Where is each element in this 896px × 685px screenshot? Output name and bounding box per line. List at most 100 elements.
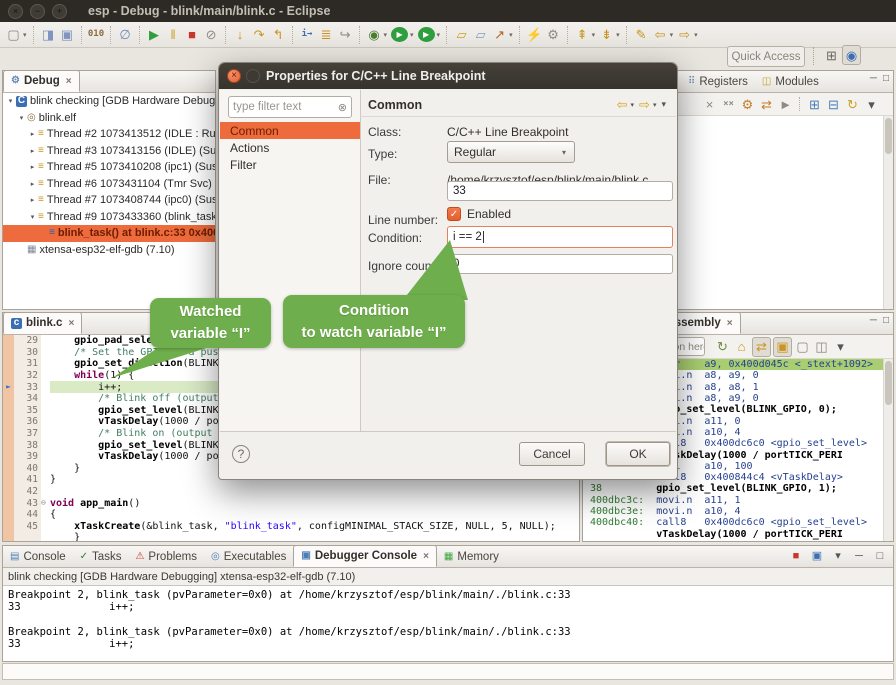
tree-expander-icon[interactable]: ▾ xyxy=(28,213,37,221)
tab-tasks[interactable]: ✓Tasks xyxy=(73,547,129,567)
back-arrow-icon[interactable]: ⇦ xyxy=(617,98,628,111)
tree-item[interactable]: ▸≡Thread #7 1073408744 (ipc0) (Susp xyxy=(3,192,215,209)
enabled-checkbox[interactable]: ✓ xyxy=(447,207,461,221)
step-return-icon[interactable]: ↰ xyxy=(270,26,287,44)
terminate-console-icon[interactable]: ■ xyxy=(789,549,803,564)
back-dropdown-icon[interactable]: ▾ xyxy=(670,31,674,39)
chevron-down-icon[interactable]: ▾ xyxy=(631,101,635,109)
use-step-filters-icon[interactable]: ↪ xyxy=(337,26,354,44)
new-view-icon[interactable]: ▢ xyxy=(794,338,811,356)
select-pointer-icon[interactable]: ► xyxy=(777,95,794,113)
dialog-nav-filter[interactable]: Filter xyxy=(220,156,360,173)
track-expression-icon[interactable]: ▣ xyxy=(773,337,792,357)
save-icon[interactable]: ◨ xyxy=(40,26,57,44)
console-output[interactable]: Breakpoint 2, blink_task (pvParameter=0x… xyxy=(3,585,893,661)
refresh-view-icon[interactable]: ↻ xyxy=(844,95,861,113)
minimize-icon[interactable]: ─ xyxy=(870,316,877,326)
close-tab-icon[interactable]: × xyxy=(727,318,733,329)
open-element-icon[interactable]: ▱ xyxy=(453,26,470,44)
run-dropdown-icon[interactable]: ▾ xyxy=(410,31,414,39)
tree-item[interactable]: ≡blink_task() at blink.c:33 0x400db xyxy=(3,225,215,242)
tree-item[interactable]: ▾≡Thread #9 1073433360 (blink_task xyxy=(3,209,215,226)
scrollbar-thumb[interactable] xyxy=(885,118,892,154)
pin-disassembly-icon[interactable]: ◫ xyxy=(813,338,830,356)
dialog-close-button[interactable]: × xyxy=(227,69,241,83)
quick-access-button[interactable]: Quick Access xyxy=(727,46,805,67)
previous-annotation-dropdown-icon[interactable]: ▾ xyxy=(592,31,596,39)
line-number-input[interactable]: 33 xyxy=(447,181,673,201)
external-tools-icon[interactable]: ▶ xyxy=(418,27,435,42)
minimize-icon[interactable]: ─ xyxy=(870,74,877,84)
run-icon[interactable]: ▶ xyxy=(391,27,408,42)
profile-icon[interactable]: ⚙ xyxy=(545,26,562,44)
tree-item[interactable]: ▸≡Thread #5 1073410208 (ipc1) (Susp xyxy=(3,159,215,176)
back-icon[interactable]: ⇦ xyxy=(652,26,669,44)
step-over-icon[interactable]: ↷ xyxy=(251,26,268,44)
terminate-icon[interactable]: ■ xyxy=(184,26,201,44)
view-menu-icon[interactable]: ▾ xyxy=(863,95,880,113)
chevron-down-icon[interactable]: ▾ xyxy=(653,101,657,109)
window-maximize-button[interactable]: + xyxy=(52,4,67,19)
tab-blink-c[interactable]: c blink.c × xyxy=(3,312,82,334)
previous-annotation-icon[interactable]: ⇞ xyxy=(574,26,591,44)
suspend-icon[interactable]: ‖ xyxy=(165,26,182,44)
dialog-nav-common[interactable]: Common xyxy=(220,122,360,139)
close-tab-icon[interactable]: × xyxy=(66,76,72,87)
tab-problems[interactable]: ⚠Problems xyxy=(128,547,204,567)
dialog-window-button[interactable] xyxy=(246,69,260,83)
dialog-nav-actions[interactable]: Actions xyxy=(220,139,360,156)
debug-icon[interactable]: ◉ xyxy=(366,26,383,44)
tab-debugger-console[interactable]: ▣Debugger Console× xyxy=(293,545,437,567)
filter-input[interactable]: type filter text ⊗ xyxy=(228,96,352,118)
close-tab-icon[interactable]: × xyxy=(423,551,429,562)
tree-expander-icon[interactable]: ▸ xyxy=(28,180,37,188)
maximize-icon[interactable]: □ xyxy=(883,74,889,84)
debug-dropdown-icon[interactable]: ▾ xyxy=(384,31,388,39)
help-button[interactable]: ? xyxy=(232,445,250,463)
window-close-button[interactable]: × xyxy=(8,4,23,19)
tree-item[interactable]: ▦xtensa-esp32-elf-gdb (7.10) xyxy=(3,242,215,259)
scrollbar-thumb[interactable] xyxy=(885,361,892,405)
home-pc-icon[interactable]: ⌂ xyxy=(733,338,750,356)
remove-register-group-icon[interactable]: × xyxy=(701,95,718,113)
disassembly-scrollbar[interactable] xyxy=(883,359,893,541)
skip-all-breakpoints-icon[interactable]: ∅ xyxy=(117,26,134,44)
external-tools-dropdown-icon[interactable]: ▾ xyxy=(437,31,441,39)
view-menu-icon[interactable]: ▾ xyxy=(832,338,849,356)
step-into-icon[interactable]: ↓ xyxy=(232,26,249,44)
debug-perspective-icon[interactable]: ◉ xyxy=(842,45,861,65)
ignore-count-input[interactable]: 0 xyxy=(447,254,673,274)
type-select[interactable]: Regular ▾ xyxy=(447,141,575,163)
tab-console[interactable]: ▤Console xyxy=(3,547,73,567)
pin-view-icon[interactable]: ⇄ xyxy=(758,95,775,113)
open-perspective-icon[interactable]: ⊞ xyxy=(823,46,840,64)
instruction-stepping-icon[interactable]: i→ xyxy=(299,26,316,44)
ok-button[interactable]: OK xyxy=(606,442,670,466)
tree-expander-icon[interactable]: ▸ xyxy=(28,130,37,138)
forward-dropdown-icon[interactable]: ▾ xyxy=(694,31,698,39)
tab-debug[interactable]: ⚙ Debug × xyxy=(3,70,80,92)
flash-download-dropdown-icon[interactable]: ▾ xyxy=(509,31,513,39)
register-group-icon[interactable]: ⚙ xyxy=(739,95,756,113)
new-wizard-icon[interactable]: ▢ xyxy=(5,26,22,44)
tree-item[interactable]: ▸≡Thread #3 1073413156 (IDLE) (Susp xyxy=(3,143,215,160)
tab-executables[interactable]: ◎Executables xyxy=(204,547,293,567)
close-tab-icon[interactable]: × xyxy=(68,318,74,329)
maximize-icon[interactable]: □ xyxy=(883,316,889,326)
next-annotation-icon[interactable]: ⇟ xyxy=(598,26,615,44)
minimize-panel-icon[interactable]: ─ xyxy=(852,549,866,564)
clear-filter-icon[interactable]: ⊗ xyxy=(338,101,347,114)
forward-arrow-icon[interactable]: ⇨ xyxy=(639,98,650,111)
lightning-icon[interactable]: ⚡ xyxy=(526,26,543,44)
tree-expander-icon[interactable]: ▸ xyxy=(28,163,37,171)
tree-item[interactable]: ▾◎blink.elf xyxy=(3,110,215,127)
tab-registers[interactable]: ⠿Registers xyxy=(681,72,755,92)
flash-download-icon[interactable]: ↗ xyxy=(491,26,508,44)
new-wizard-dropdown-icon[interactable]: ▾ xyxy=(23,31,27,39)
tree-expander-icon[interactable]: ▸ xyxy=(28,196,37,204)
display-selected-console-icon[interactable]: ▣ xyxy=(810,549,824,564)
remove-all-register-groups-icon[interactable]: ×× xyxy=(720,95,737,113)
tree-expander-icon[interactable]: ▾ xyxy=(6,97,15,105)
tab-modules[interactable]: ◫Modules xyxy=(755,72,826,92)
maximize-panel-icon[interactable]: □ xyxy=(873,549,887,564)
